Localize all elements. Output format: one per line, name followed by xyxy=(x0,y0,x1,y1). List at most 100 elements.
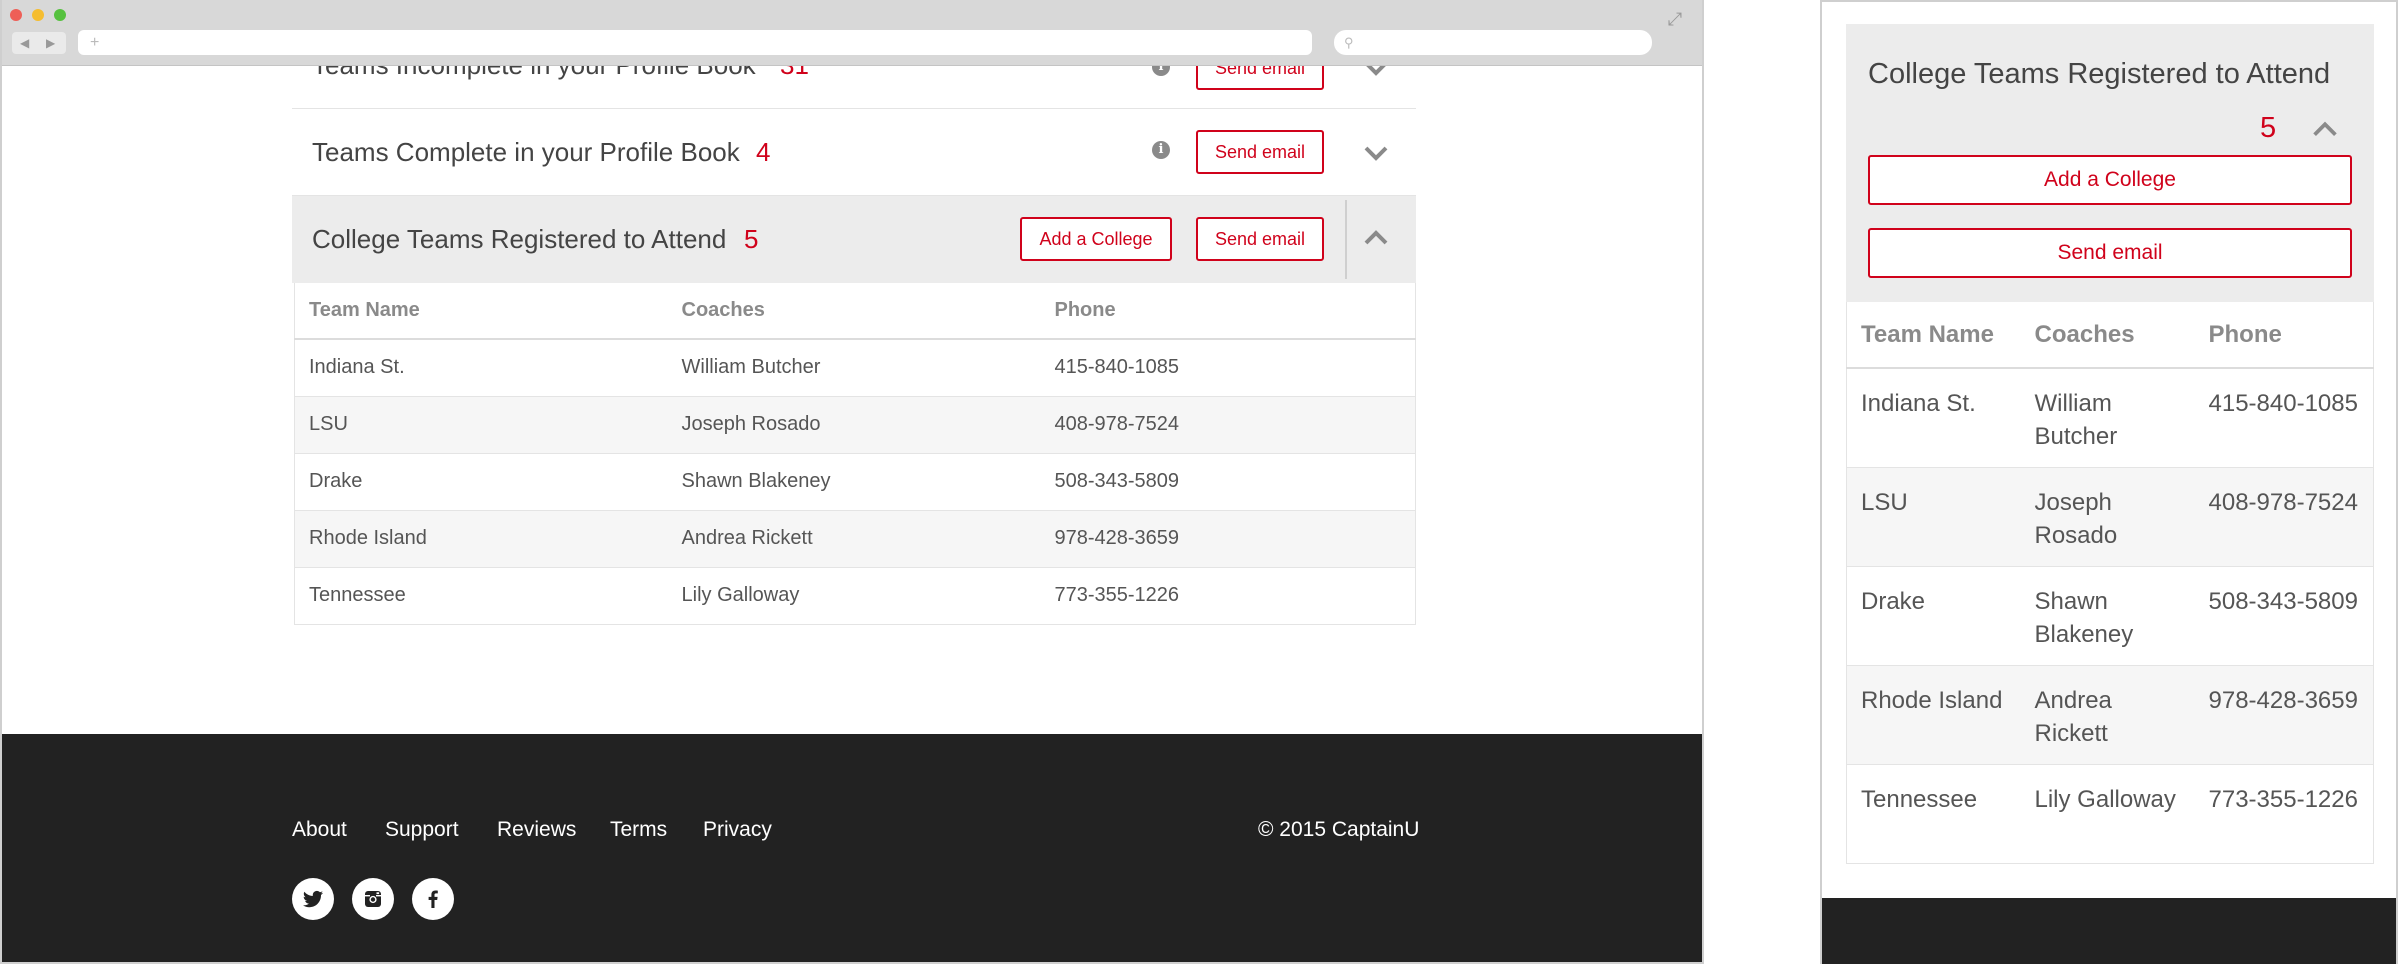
phone-cell: 415-840-1085 xyxy=(2194,368,2374,468)
divider xyxy=(1345,200,1347,279)
coaches-cell: Shawn Blakeney xyxy=(2020,566,2195,666)
table-header-row: Team Name Coaches Phone xyxy=(294,283,1416,340)
team-name-cell: Indiana St. xyxy=(1846,368,2021,468)
footer-link-terms[interactable]: Terms xyxy=(610,818,667,842)
phone-cell: 508-343-5809 xyxy=(1040,453,1416,511)
footer-link-about[interactable]: About xyxy=(292,818,347,842)
table-row[interactable]: LSU Joseph Rosado 408-978-7524 xyxy=(1846,467,2374,567)
copyright-text: © 2015 CaptainU xyxy=(1258,818,1420,841)
team-name-cell: Drake xyxy=(1846,566,2021,666)
send-email-button[interactable]: Send email xyxy=(1196,130,1324,174)
table-row[interactable]: Tennessee Lily Galloway 773-355-1226 xyxy=(1846,764,2374,864)
chevron-down-icon[interactable] xyxy=(1358,135,1394,171)
send-email-button[interactable]: Send email xyxy=(1196,66,1324,90)
coaches-cell: Andrea Rickett xyxy=(2020,665,2195,765)
footer-link-support[interactable]: Support xyxy=(385,818,459,842)
section-row-complete[interactable]: Teams Complete in your Profile Book 4 i … xyxy=(292,109,1416,196)
table-row[interactable]: Indiana St. William Butcher 415-840-1085 xyxy=(1846,368,2374,468)
section-title: College Teams Registered to Attend xyxy=(1868,58,2331,90)
coaches-cell: William Butcher xyxy=(667,339,1041,397)
column-header-coaches[interactable]: Coaches xyxy=(667,283,1041,340)
close-window-button[interactable] xyxy=(10,9,22,21)
section-title: College Teams Registered to Attend xyxy=(312,224,727,254)
info-icon[interactable]: i xyxy=(1152,141,1170,159)
search-icon: ⚲ xyxy=(1344,35,1354,50)
page-content: Teams Incomplete in your Profile Book 31… xyxy=(2,66,1702,736)
column-header-phone[interactable]: Phone xyxy=(1040,283,1416,340)
section-title: Teams Incomplete in your Profile Book xyxy=(312,66,756,81)
column-header-team-name[interactable]: Team Name xyxy=(294,283,668,340)
section-row-registered[interactable]: College Teams Registered to Attend 5 Add… xyxy=(292,196,1416,283)
coaches-cell: Andrea Rickett xyxy=(667,510,1041,568)
plus-icon: + xyxy=(90,34,100,51)
coaches-cell: Shawn Blakeney xyxy=(667,453,1041,511)
footer-link-reviews[interactable]: Reviews xyxy=(497,818,576,842)
forward-icon[interactable]: ▶ xyxy=(46,32,55,54)
add-college-button[interactable]: Add a College xyxy=(1868,155,2352,205)
info-icon[interactable]: i xyxy=(1152,66,1170,76)
phone-cell: 408-978-7524 xyxy=(1040,396,1416,454)
team-name-cell: Tennessee xyxy=(294,567,668,625)
phone-cell: 978-428-3659 xyxy=(1040,510,1416,568)
table-header-row: Team Name Coaches Phone xyxy=(1846,302,2374,369)
column-header-phone[interactable]: Phone xyxy=(2194,302,2374,369)
section-count: 31 xyxy=(780,66,809,81)
column-header-coaches[interactable]: Coaches xyxy=(2020,302,2195,369)
phone-cell: 773-355-1226 xyxy=(1040,567,1416,625)
mobile-view: College Teams Registered to Attend 5 Add… xyxy=(1820,0,2398,964)
coaches-cell: Joseph Rosado xyxy=(2020,467,2195,567)
table-row[interactable]: Tennessee Lily Galloway 773-355-1226 xyxy=(294,567,1416,625)
section-title: Teams Complete in your Profile Book xyxy=(312,137,740,167)
footer-link-privacy[interactable]: Privacy xyxy=(703,818,772,842)
team-name-cell: Drake xyxy=(294,453,668,511)
phone-cell: 408-978-7524 xyxy=(2194,467,2374,567)
expand-icon[interactable]: ⤢ xyxy=(1664,8,1686,30)
browser-nav-buttons: ◀ ▶ xyxy=(12,32,66,54)
team-name-cell: LSU xyxy=(1846,467,2021,567)
section-count: 4 xyxy=(756,137,771,167)
column-header-team-name[interactable]: Team Name xyxy=(1846,302,2021,369)
twitter-icon[interactable] xyxy=(292,878,334,920)
table-row[interactable]: Rhode Island Andrea Rickett 978-428-3659 xyxy=(294,510,1416,568)
maximize-window-button[interactable] xyxy=(54,9,66,21)
minimize-window-button[interactable] xyxy=(32,9,44,21)
chevron-up-icon[interactable] xyxy=(1358,220,1394,256)
table-row[interactable]: Drake Shawn Blakeney 508-343-5809 xyxy=(1846,566,2374,666)
team-name-cell: Rhode Island xyxy=(294,510,668,568)
coaches-cell: William Butcher xyxy=(2020,368,2195,468)
coaches-cell: Lily Galloway xyxy=(667,567,1041,625)
chevron-down-icon[interactable] xyxy=(1358,66,1394,86)
facebook-icon[interactable] xyxy=(412,878,454,920)
send-email-button[interactable]: Send email xyxy=(1868,228,2352,278)
team-name-cell: Indiana St. xyxy=(294,339,668,397)
teams-table: Team Name Coaches Phone Indiana St. Will… xyxy=(294,283,1416,625)
table-row[interactable]: LSU Joseph Rosado 408-978-7524 xyxy=(294,396,1416,454)
chevron-up-icon[interactable] xyxy=(2308,112,2342,146)
site-footer: About Support Reviews Terms Privacy © 20… xyxy=(2,734,1702,962)
desktop-browser-window: ◀ ▶ + ⚲ ⤢ Teams Incomplete in your Profi… xyxy=(0,0,1704,964)
team-name-cell: Rhode Island xyxy=(1846,665,2021,765)
address-bar[interactable]: + xyxy=(78,30,1312,55)
browser-chrome: ◀ ▶ + ⚲ ⤢ xyxy=(2,0,1702,66)
section-header-registered[interactable]: College Teams Registered to Attend 5 Add… xyxy=(1846,24,2374,302)
instagram-icon[interactable] xyxy=(352,878,394,920)
table-row[interactable]: Rhode Island Andrea Rickett 978-428-3659 xyxy=(1846,665,2374,765)
site-footer-mobile xyxy=(1822,898,2396,964)
section-row-incomplete[interactable]: Teams Incomplete in your Profile Book 31… xyxy=(292,66,1416,109)
section-count: 5 xyxy=(744,224,759,254)
coaches-cell: Lily Galloway xyxy=(2020,764,2195,864)
teams-table-mobile: Team Name Coaches Phone Indiana St. Will… xyxy=(1846,302,2374,864)
phone-cell: 773-355-1226 xyxy=(2194,764,2374,864)
table-row[interactable]: Indiana St. William Butcher 415-840-1085 xyxy=(294,339,1416,397)
team-name-cell: LSU xyxy=(294,396,668,454)
send-email-button[interactable]: Send email xyxy=(1196,217,1324,261)
phone-cell: 415-840-1085 xyxy=(1040,339,1416,397)
table-row[interactable]: Drake Shawn Blakeney 508-343-5809 xyxy=(294,453,1416,511)
browser-search-bar[interactable]: ⚲ xyxy=(1334,30,1652,55)
coaches-cell: Joseph Rosado xyxy=(667,396,1041,454)
back-icon[interactable]: ◀ xyxy=(20,32,29,54)
team-name-cell: Tennessee xyxy=(1846,764,2021,864)
phone-cell: 978-428-3659 xyxy=(2194,665,2374,765)
section-count: 5 xyxy=(2260,112,2277,144)
add-college-button[interactable]: Add a College xyxy=(1020,217,1172,261)
